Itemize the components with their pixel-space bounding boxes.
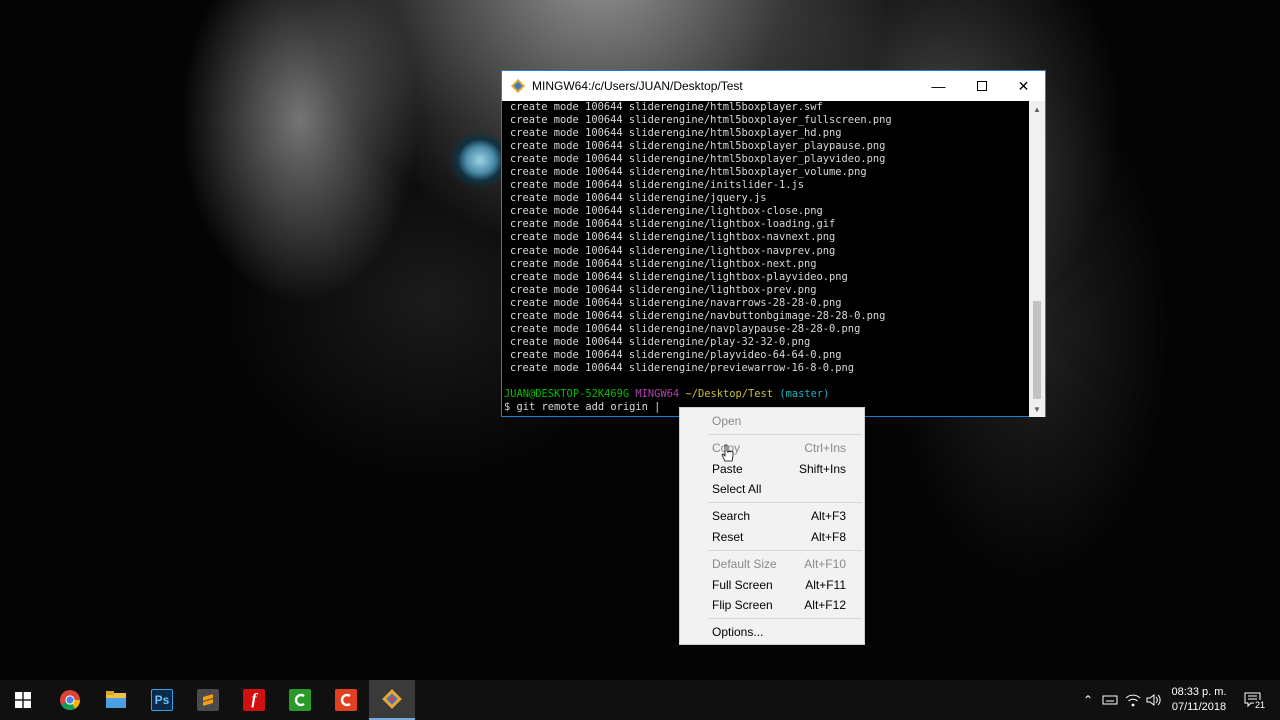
camtasia-green-icon xyxy=(289,689,311,711)
prompt-path: ~/Desktop/Test xyxy=(685,388,774,401)
show-hidden-icons-chevron-icon[interactable]: ⌃ xyxy=(1078,680,1098,720)
context-menu: Open Copy Ctrl+Ins Paste Shift+Ins Selec… xyxy=(679,407,865,645)
menu-item-label: Reset xyxy=(712,529,744,544)
taskbar-file-explorer[interactable] xyxy=(93,680,139,720)
keyboard-icon[interactable] xyxy=(1100,680,1120,720)
taskbar-photoshop[interactable]: Ps xyxy=(139,680,185,720)
terminal-output-line: create mode 100644 sliderengine/html5box… xyxy=(510,127,842,140)
menu-separator xyxy=(708,434,862,435)
terminal-output-line: create mode 100644 sliderengine/lightbox… xyxy=(510,218,836,231)
terminal-output-line: create mode 100644 sliderengine/lightbox… xyxy=(510,205,823,218)
menu-item-shortcut: Ctrl+Ins xyxy=(804,440,846,455)
title-bar[interactable]: MINGW64:/c/Users/JUAN/Desktop/Test — ✕ xyxy=(502,71,1045,101)
menu-item-label: Select All xyxy=(712,481,762,496)
menu-item-shortcut: Alt+F3 xyxy=(810,508,846,523)
wifi-icon[interactable] xyxy=(1123,680,1143,720)
terminal-output-line: create mode 100644 sliderengine/lightbox… xyxy=(510,257,817,270)
folder-icon xyxy=(106,691,126,708)
terminal-output-line: create mode 100644 sliderengine/html5box… xyxy=(510,114,892,127)
taskbar-camtasia[interactable] xyxy=(277,680,323,720)
mouse-pointer-icon xyxy=(721,444,734,462)
taskbar-sublime-text[interactable] xyxy=(185,680,231,720)
sublime-icon xyxy=(197,689,219,711)
menu-item-paste[interactable]: Paste Shift+Ins xyxy=(680,458,864,479)
git-icon xyxy=(382,689,402,709)
windows-logo-icon xyxy=(15,692,31,708)
terminal-output-line: create mode 100644 sliderengine/initslid… xyxy=(510,179,805,192)
clock-time: 08:33 p. m. xyxy=(1171,686,1227,698)
menu-item-label: Open xyxy=(712,413,742,428)
terminal-output-line: create mode 100644 sliderengine/jquery.j… xyxy=(510,192,767,205)
menu-item-shortcut: Shift+Ins xyxy=(798,461,846,476)
prompt-user-host: JUAN@DESKTOP-52K469G xyxy=(504,388,630,401)
action-center-button[interactable]: 21 xyxy=(1238,680,1268,720)
menu-item-shortcut: Alt+F10 xyxy=(804,556,846,571)
taskbar-flash[interactable]: f xyxy=(231,680,277,720)
scroll-down-arrow-icon[interactable]: ▼ xyxy=(1029,401,1045,417)
prompt-line: JUAN@DESKTOP-52K469G MINGW64 ~/Desktop/T… xyxy=(502,388,1029,401)
terminal-output-line: create mode 100644 sliderengine/lightbox… xyxy=(510,270,848,283)
menu-item-default-size[interactable]: Default Size Alt+F10 xyxy=(680,553,864,574)
terminal-output-line: create mode 100644 sliderengine/html5box… xyxy=(510,101,823,113)
git-bash-window[interactable]: MINGW64:/c/Users/JUAN/Desktop/Test — ✕ c… xyxy=(501,70,1046,417)
menu-item-select-all[interactable]: Select All xyxy=(680,478,864,499)
terminal-output-line: create mode 100644 sliderengine/lightbox… xyxy=(510,231,836,244)
menu-item-shortcut: Alt+F11 xyxy=(805,577,846,592)
window-title: MINGW64:/c/Users/JUAN/Desktop/Test xyxy=(532,79,743,93)
flash-icon: f xyxy=(243,689,265,711)
menu-separator xyxy=(708,618,862,619)
taskbar-camtasia-recorder[interactable] xyxy=(323,680,369,720)
chrome-icon xyxy=(60,690,81,711)
menu-item-label: Full Screen xyxy=(712,577,773,592)
terminal-output-line: create mode 100644 sliderengine/navplayp… xyxy=(510,322,861,335)
prompt-env: MINGW64 xyxy=(635,388,680,401)
menu-separator xyxy=(708,502,862,503)
taskbar-git-bash[interactable] xyxy=(369,680,415,720)
photoshop-icon: Ps xyxy=(151,689,173,711)
taskbar: Ps f ⌃ 08:33 p. m. 07/11/2018 21 xyxy=(0,680,1280,720)
terminal-output-line: create mode 100644 sliderengine/navarrow… xyxy=(510,296,842,309)
minimize-button[interactable]: — xyxy=(917,71,960,101)
menu-item-shortcut: Alt+F8 xyxy=(810,529,846,544)
menu-item-label: Search xyxy=(712,508,751,523)
menu-item-copy[interactable]: Copy Ctrl+Ins xyxy=(680,437,864,458)
menu-item-label: Flip Screen xyxy=(712,597,773,612)
menu-item-flip-screen[interactable]: Flip Screen Alt+F12 xyxy=(680,594,864,615)
notification-count-badge: 21 xyxy=(1254,700,1267,710)
terminal-output-line: create mode 100644 sliderengine/html5box… xyxy=(510,166,867,179)
menu-separator xyxy=(708,550,862,551)
terminal-output-line: create mode 100644 sliderengine/html5box… xyxy=(510,153,886,166)
terminal-output-line: create mode 100644 sliderengine/previewa… xyxy=(510,361,855,374)
close-button[interactable]: ✕ xyxy=(1002,71,1045,101)
maximize-icon xyxy=(976,81,987,91)
menu-item-options[interactable]: Options... xyxy=(680,621,864,642)
scroll-thumb[interactable] xyxy=(1033,301,1041,399)
scroll-up-arrow-icon[interactable]: ▲ xyxy=(1029,101,1045,117)
clock-date: 07/11/2018 xyxy=(1171,701,1227,713)
git-icon xyxy=(510,78,526,94)
menu-item-open[interactable]: Open xyxy=(680,410,864,431)
terminal-output-line: create mode 100644 sliderengine/play-32-… xyxy=(510,335,811,348)
terminal-output[interactable]: create mode 100644 sliderengine/html5box… xyxy=(502,101,1029,417)
volume-icon[interactable] xyxy=(1144,680,1164,720)
taskbar-clock[interactable]: 08:33 p. m. 07/11/2018 xyxy=(1165,685,1233,715)
menu-item-label: Options... xyxy=(712,624,764,639)
maximize-button[interactable] xyxy=(960,71,1003,101)
menu-item-label: Default Size xyxy=(712,556,777,571)
vertical-scrollbar[interactable]: ▲ ▼ xyxy=(1029,101,1045,417)
terminal-output-line: create mode 100644 sliderengine/lightbox… xyxy=(510,244,836,257)
prompt-branch: (master) xyxy=(779,388,830,401)
terminal-output-line: create mode 100644 sliderengine/playvide… xyxy=(510,348,842,361)
menu-item-shortcut: Alt+F12 xyxy=(804,597,846,612)
terminal-output-line: create mode 100644 sliderengine/html5box… xyxy=(510,140,886,153)
terminal-output-line: create mode 100644 sliderengine/lightbox… xyxy=(510,283,817,296)
menu-item-search[interactable]: Search Alt+F3 xyxy=(680,505,864,526)
start-button[interactable] xyxy=(0,680,46,720)
menu-item-full-screen[interactable]: Full Screen Alt+F11 xyxy=(680,574,864,595)
menu-item-reset[interactable]: Reset Alt+F8 xyxy=(680,526,864,547)
camtasia-red-icon xyxy=(335,689,357,711)
taskbar-chrome[interactable] xyxy=(47,680,93,720)
terminal-output-line: create mode 100644 sliderengine/navbutto… xyxy=(510,309,886,322)
